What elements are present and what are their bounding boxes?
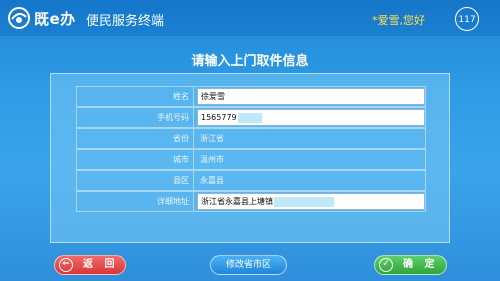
confirm-button[interactable]: ✓ 确 定 xyxy=(374,255,447,275)
name-value: 徐爱雪 xyxy=(201,92,225,101)
city-label: 城市 xyxy=(77,150,194,169)
redaction-mask xyxy=(274,196,334,207)
logo-icon xyxy=(8,7,30,29)
form-row-name: 姓名 徐爱雪 xyxy=(76,86,426,107)
phone-input[interactable]: 1565779 xyxy=(197,109,425,126)
back-button-label: 返 回 xyxy=(83,259,119,270)
phone-value: 1565779 xyxy=(201,113,237,122)
district-label: 县区 xyxy=(77,171,194,190)
address-value: 浙江省永嘉县上塘镇 xyxy=(201,197,273,206)
form-row-province: 省份 浙江省 xyxy=(76,128,426,149)
check-icon: ✓ xyxy=(379,258,393,272)
logo-text: 既e办 xyxy=(34,10,76,28)
edit-region-button[interactable]: 修改省市区 xyxy=(210,255,287,275)
form-row-district: 县区 永嘉县 xyxy=(76,170,426,191)
city-value: 温州市 xyxy=(200,155,224,164)
province-label: 省份 xyxy=(77,129,194,148)
page-title: 请输入上门取件信息 xyxy=(191,54,309,69)
app-title: 便民服务终端 xyxy=(86,14,165,29)
user-greeting: *爱雪,您好 xyxy=(372,14,425,27)
form-row-address: 详细地址 浙江省永嘉县上塘镇 xyxy=(76,191,426,212)
redaction-mask xyxy=(237,112,262,123)
confirm-button-label: 确 定 xyxy=(403,259,439,270)
name-label: 姓名 xyxy=(77,87,194,106)
form-row-phone: 手机号码 1565779 xyxy=(76,107,426,128)
address-label: 详细地址 xyxy=(77,192,194,211)
arrow-left-icon: ← xyxy=(59,258,73,272)
top-bar: 既e办 便民服务终端 *爱雪,您好 117 xyxy=(0,0,500,36)
name-input[interactable]: 徐爱雪 xyxy=(197,88,425,105)
district-value: 永嘉县 xyxy=(200,176,224,185)
province-value: 浙江省 xyxy=(200,134,224,143)
countdown-timer: 117 xyxy=(455,7,479,31)
phone-label: 手机号码 xyxy=(77,108,194,127)
back-button[interactable]: ← 返 回 xyxy=(54,255,126,275)
form-row-city: 城市 温州市 xyxy=(76,149,426,170)
address-input[interactable]: 浙江省永嘉县上塘镇 xyxy=(197,193,425,210)
